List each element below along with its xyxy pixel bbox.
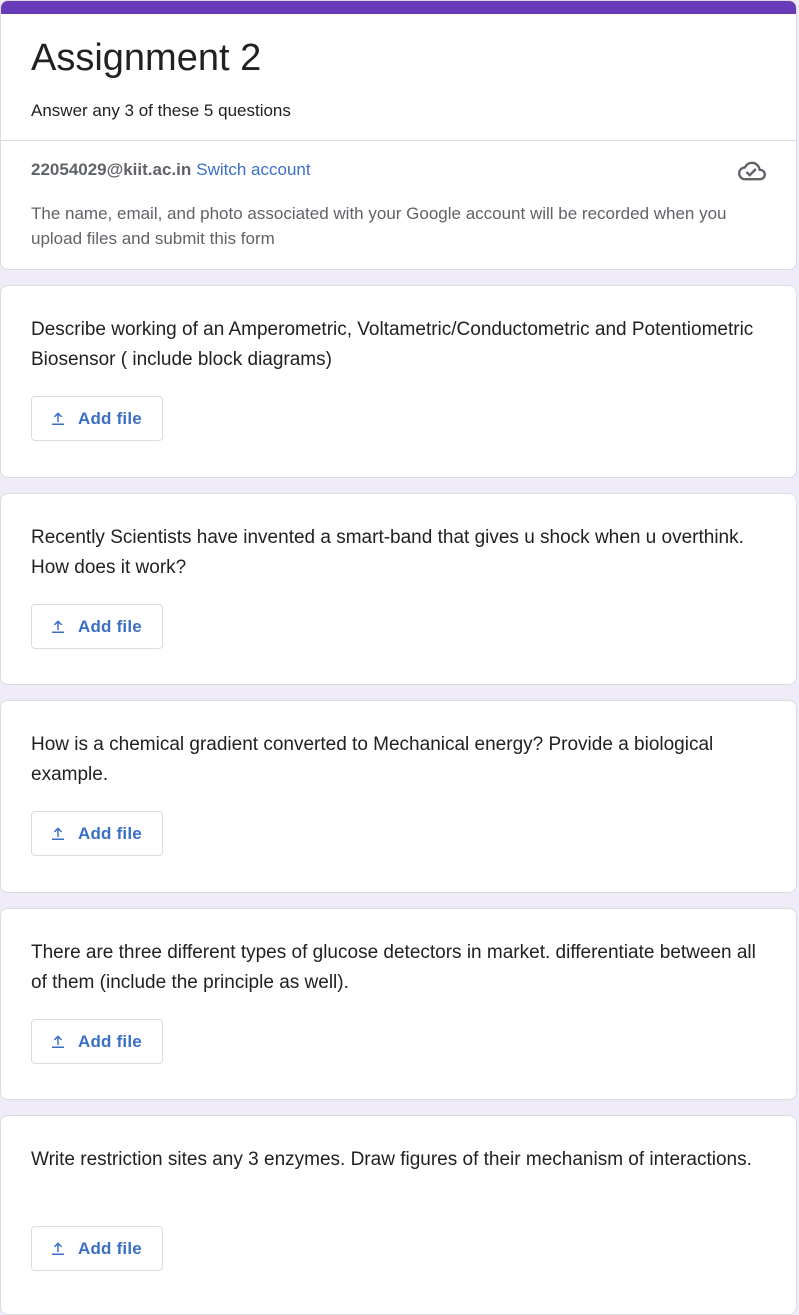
add-file-button[interactable]: Add file xyxy=(31,1019,163,1064)
upload-icon xyxy=(52,619,64,633)
form-description: Answer any 3 of these 5 questions xyxy=(31,101,291,120)
upload-icon xyxy=(52,1241,64,1255)
upload-icon xyxy=(52,411,64,425)
add-file-button[interactable]: Add file xyxy=(31,604,163,649)
add-file-label: Add file xyxy=(78,823,142,843)
cloud-done-icon[interactable] xyxy=(738,157,766,185)
add-file-label: Add file xyxy=(78,1031,142,1051)
question-card: Recently Scientists have invented a smar… xyxy=(0,493,797,685)
add-file-button[interactable]: Add file xyxy=(31,396,163,441)
add-file-button[interactable]: Add file xyxy=(31,1226,163,1271)
question-card: How is a chemical gradient converted to … xyxy=(0,700,797,893)
form-title: Assignment 2 xyxy=(31,37,262,79)
question-text: Describe working of an Amperometric, Vol… xyxy=(31,319,754,370)
question-card: There are three different types of gluco… xyxy=(0,908,797,1100)
account-row: 22054029@kiit.ac.in Switch account xyxy=(31,158,311,182)
form-header-card: Assignment 2 Answer any 3 of these 5 que… xyxy=(0,0,797,270)
upload-icon xyxy=(52,826,64,840)
question-text: Write restriction sites any 3 enzymes. D… xyxy=(31,1149,752,1170)
switch-account-link[interactable]: Switch account xyxy=(196,160,310,179)
question-text: There are three different types of gluco… xyxy=(31,942,756,993)
question-text: How is a chemical gradient converted to … xyxy=(31,734,714,785)
upload-icon xyxy=(52,1034,64,1048)
account-email: 22054029@kiit.ac.in xyxy=(31,160,192,179)
add-file-button[interactable]: Add file xyxy=(31,811,163,856)
add-file-label: Add file xyxy=(78,616,142,636)
add-file-label: Add file xyxy=(78,408,142,428)
question-card: Describe working of an Amperometric, Vol… xyxy=(0,285,797,478)
privacy-notice: The name, email, and photo associated wi… xyxy=(31,204,727,248)
divider xyxy=(1,140,796,141)
add-file-label: Add file xyxy=(78,1238,142,1258)
theme-color-bar xyxy=(1,1,796,14)
question-card: Write restriction sites any 3 enzymes. D… xyxy=(0,1115,797,1315)
question-text: Recently Scientists have invented a smar… xyxy=(31,527,744,578)
